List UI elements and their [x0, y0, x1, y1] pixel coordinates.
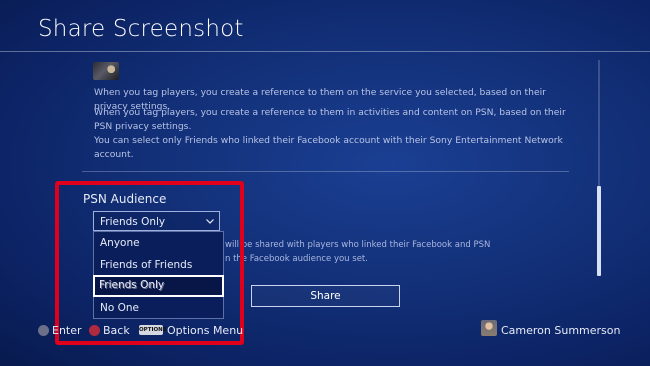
user-name: Cameron Summerson	[501, 324, 621, 337]
info-text-friends: You can select only Friends who linked t…	[94, 135, 563, 160]
page-title: Share Screenshot	[38, 16, 244, 42]
select-value: Friends Only	[100, 216, 166, 228]
options-menu-label[interactable]: Options Menu	[167, 324, 243, 337]
avatar	[481, 320, 497, 336]
behind-text-line-1: will be shared with players who linked t…	[225, 240, 491, 250]
content-divider	[82, 171, 569, 172]
share-button[interactable]: Share	[251, 285, 400, 307]
option-anyone[interactable]: Anyone	[100, 237, 140, 249]
info-text-psn: When you tag players, you create a refer…	[94, 107, 566, 132]
option-friends-only-focused[interactable]: Friends Only	[99, 279, 164, 291]
psn-audience-label: PSN Audience	[83, 192, 167, 206]
behind-text-line-2: n the Facebook audience you set.	[225, 254, 368, 264]
psn-audience-select[interactable]: Friends Only	[93, 211, 220, 231]
footer-bar: Enter Back OPTIONS Options Menu Cameron …	[0, 316, 650, 340]
options-button-icon: OPTIONS	[139, 325, 167, 335]
back-label[interactable]: Back	[103, 324, 130, 337]
scrollbar-thumb[interactable]	[597, 186, 601, 276]
circle-button-icon	[89, 325, 100, 336]
chevron-down-icon	[206, 219, 214, 224]
screenshot-thumbnail	[93, 62, 119, 80]
enter-label[interactable]: Enter	[52, 324, 82, 337]
title-divider	[0, 51, 650, 52]
option-friends-of-friends[interactable]: Friends of Friends	[100, 259, 192, 271]
option-no-one[interactable]: No One	[100, 302, 139, 314]
cross-button-icon	[38, 325, 49, 336]
